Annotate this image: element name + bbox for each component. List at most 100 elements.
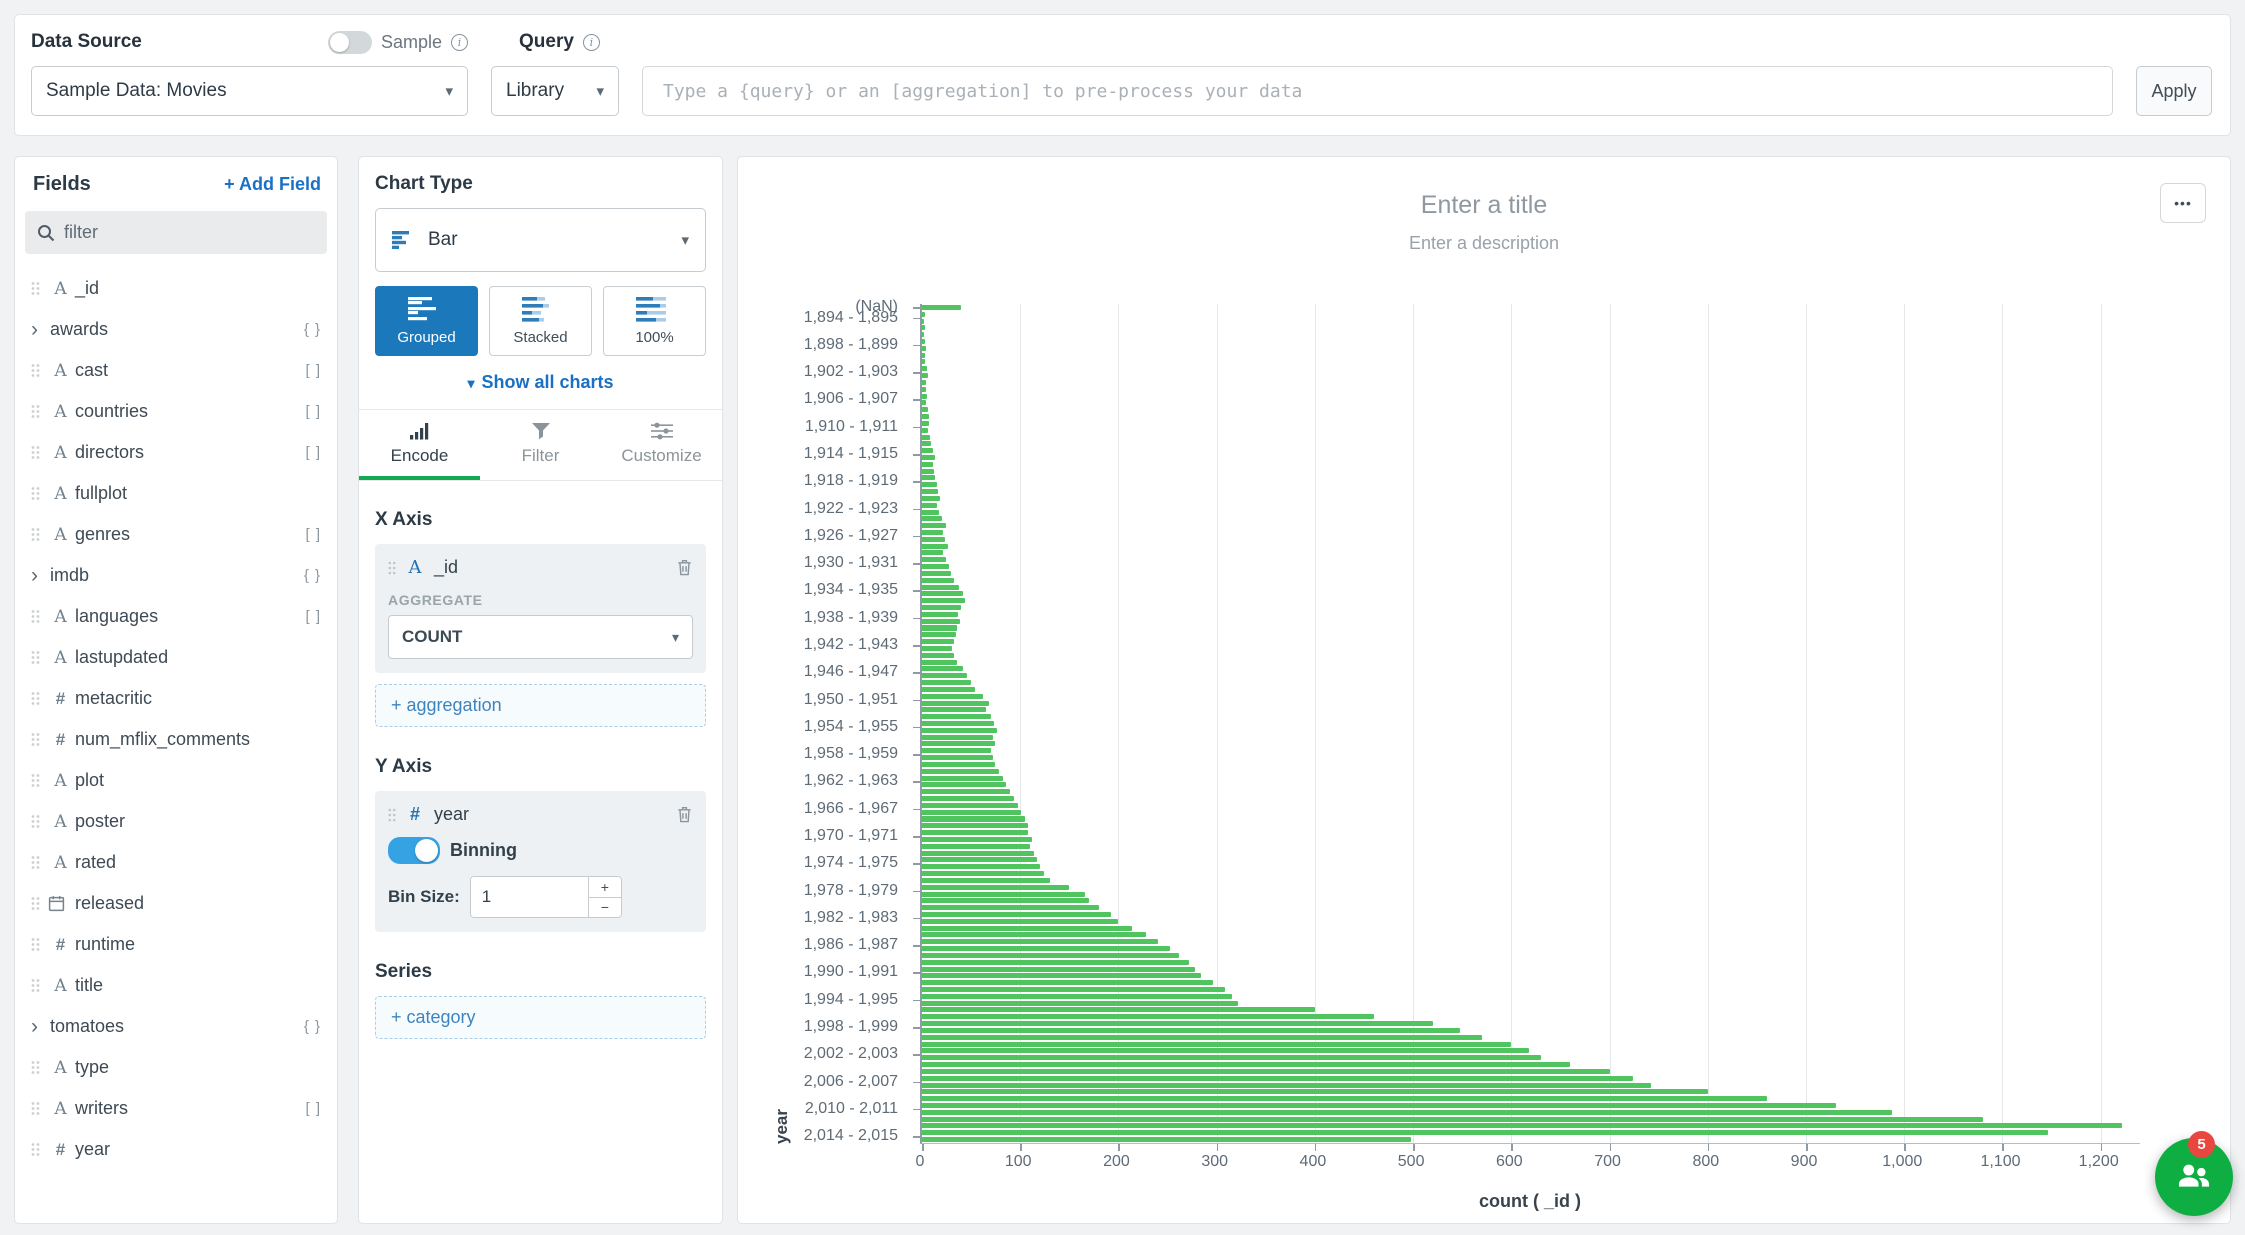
info-icon[interactable] xyxy=(583,34,600,51)
binning-toggle[interactable] xyxy=(388,837,440,864)
bar xyxy=(922,469,934,474)
binning-row: Binning xyxy=(388,837,693,864)
subtype-grouped-button[interactable]: Grouped xyxy=(375,286,478,356)
field-row-title[interactable]: Atitle xyxy=(15,965,337,1006)
decrement-button[interactable]: − xyxy=(589,898,621,918)
field-row-imdb[interactable]: ›imdb{ } xyxy=(15,555,337,596)
field-row-_id[interactable]: A_id xyxy=(15,268,337,309)
field-row-metacritic[interactable]: #metacritic xyxy=(15,678,337,719)
y-tick-label: 1,986 - 1,987 xyxy=(804,936,898,954)
y-tick-mark xyxy=(913,563,920,565)
chart-description-placeholder[interactable]: Enter a description xyxy=(738,233,2230,254)
drag-handle-icon[interactable] xyxy=(31,486,48,501)
increment-button[interactable]: + xyxy=(589,877,621,898)
subtype-stacked-button[interactable]: Stacked xyxy=(489,286,592,356)
expand-chevron-icon[interactable]: › xyxy=(31,565,48,586)
add-field-button[interactable]: + Add Field xyxy=(224,174,321,195)
bin-size-input[interactable] xyxy=(471,877,588,917)
field-name: released xyxy=(75,893,144,914)
x-tick-label: 700 xyxy=(1594,1153,1621,1171)
trash-icon[interactable] xyxy=(676,558,693,577)
field-row-num_mflix_comments[interactable]: #num_mflix_comments xyxy=(15,719,337,760)
y-tick-label: 1,934 - 1,935 xyxy=(804,581,898,599)
drag-handle-icon[interactable] xyxy=(31,1060,48,1075)
bar xyxy=(922,646,952,651)
x-tick-mark xyxy=(1413,1144,1415,1151)
field-row-rated[interactable]: Arated xyxy=(15,842,337,883)
drag-handle-icon[interactable] xyxy=(31,691,48,706)
drag-handle-icon[interactable] xyxy=(31,978,48,993)
drag-handle-icon[interactable] xyxy=(31,650,48,665)
chart-menu-button[interactable]: ••• xyxy=(2160,183,2206,223)
drag-handle-icon[interactable] xyxy=(31,445,48,460)
drag-handle-icon[interactable] xyxy=(388,561,396,575)
add-aggregation-button[interactable]: + aggregation xyxy=(375,684,706,727)
bar xyxy=(922,489,938,494)
field-filter-input[interactable] xyxy=(64,222,315,243)
y-tick-label: 1,946 - 1,947 xyxy=(804,663,898,681)
field-row-tomatoes[interactable]: ›tomatoes{ } xyxy=(15,1006,337,1047)
data-source-value: Sample Data: Movies xyxy=(46,80,227,102)
field-row-genres[interactable]: Agenres[ ] xyxy=(15,514,337,555)
field-row-year[interactable]: #year xyxy=(15,1129,337,1170)
bar xyxy=(922,435,930,440)
subtype-100-button[interactable]: 100% xyxy=(603,286,706,356)
field-row-cast[interactable]: Acast[ ] xyxy=(15,350,337,391)
query-label: Query xyxy=(519,31,574,53)
show-all-charts-link[interactable]: ▾Show all charts xyxy=(375,372,706,393)
tab-customize[interactable]: Customize xyxy=(601,410,722,480)
aggregate-select[interactable]: COUNT ▾ xyxy=(388,615,693,659)
drag-handle-icon[interactable] xyxy=(31,814,48,829)
chart-type-select[interactable]: Bar ▾ xyxy=(375,208,706,272)
drag-handle-icon[interactable] xyxy=(31,609,48,624)
drag-handle-icon[interactable] xyxy=(31,896,48,911)
field-row-directors[interactable]: Adirectors[ ] xyxy=(15,432,337,473)
encode-bars-icon xyxy=(409,422,431,440)
field-row-runtime[interactable]: #runtime xyxy=(15,924,337,965)
field-row-type[interactable]: Atype xyxy=(15,1047,337,1088)
sample-label: Sample xyxy=(381,32,442,53)
bar xyxy=(922,441,931,446)
apply-button[interactable]: Apply xyxy=(2136,66,2212,116)
field-row-lastupdated[interactable]: Alastupdated xyxy=(15,637,337,678)
field-row-released[interactable]: released xyxy=(15,883,337,924)
bar xyxy=(922,625,957,630)
drag-handle-icon[interactable] xyxy=(31,281,48,296)
x-axis-field-name: _id xyxy=(434,557,458,578)
field-row-fullplot[interactable]: Afullplot xyxy=(15,473,337,514)
field-row-poster[interactable]: Aposter xyxy=(15,801,337,842)
field-row-countries[interactable]: Acountries[ ] xyxy=(15,391,337,432)
expand-chevron-icon[interactable]: › xyxy=(31,1016,48,1037)
trash-icon[interactable] xyxy=(676,805,693,824)
field-row-plot[interactable]: Aplot xyxy=(15,760,337,801)
drag-handle-icon[interactable] xyxy=(388,808,396,822)
drag-handle-icon[interactable] xyxy=(31,937,48,952)
bar xyxy=(922,769,999,774)
bar xyxy=(922,1123,2122,1128)
drag-handle-icon[interactable] xyxy=(31,527,48,542)
info-icon[interactable] xyxy=(451,34,468,51)
library-select[interactable]: Library ▾ xyxy=(491,66,619,116)
support-chat-button[interactable]: 5 xyxy=(2155,1138,2233,1216)
sample-toggle[interactable] xyxy=(328,31,372,54)
field-row-writers[interactable]: Awriters[ ] xyxy=(15,1088,337,1129)
query-input[interactable] xyxy=(642,66,2113,116)
drag-handle-icon[interactable] xyxy=(31,1142,48,1157)
chart-title-placeholder[interactable]: Enter a title xyxy=(738,191,2230,220)
y-tick-label: 2,014 - 2,015 xyxy=(804,1127,898,1145)
data-source-select[interactable]: Sample Data: Movies ▾ xyxy=(31,66,468,116)
tab-filter[interactable]: Filter xyxy=(480,410,601,480)
add-category-button[interactable]: + category xyxy=(375,996,706,1039)
field-row-languages[interactable]: Alanguages[ ] xyxy=(15,596,337,637)
y-tick-mark xyxy=(913,618,920,620)
field-row-awards[interactable]: ›awards{ } xyxy=(15,309,337,350)
chart-type-title: Chart Type xyxy=(375,173,706,195)
drag-handle-icon[interactable] xyxy=(31,363,48,378)
drag-handle-icon[interactable] xyxy=(31,855,48,870)
tab-encode[interactable]: Encode xyxy=(359,410,480,480)
drag-handle-icon[interactable] xyxy=(31,1101,48,1116)
drag-handle-icon[interactable] xyxy=(31,404,48,419)
drag-handle-icon[interactable] xyxy=(31,732,48,747)
expand-chevron-icon[interactable]: › xyxy=(31,319,48,340)
drag-handle-icon[interactable] xyxy=(31,773,48,788)
